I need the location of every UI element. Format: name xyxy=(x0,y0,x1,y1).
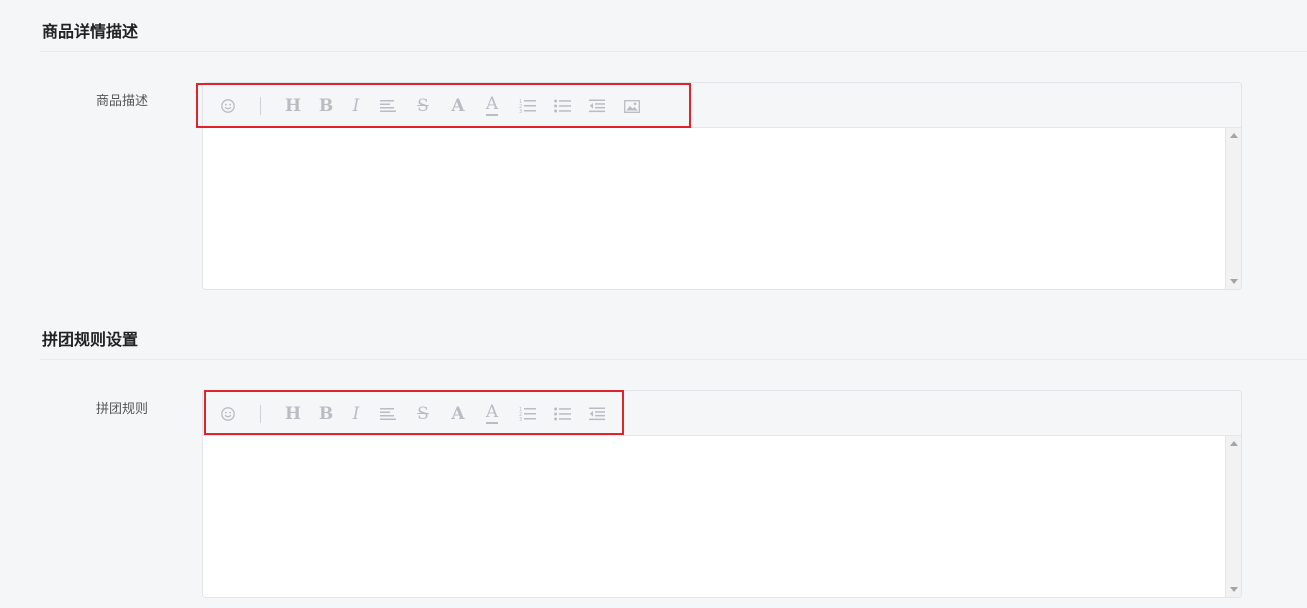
toolbar-separator xyxy=(260,97,261,115)
image-button[interactable] xyxy=(620,94,644,118)
scroll-up-arrow-icon[interactable] xyxy=(1230,133,1238,138)
section-title-product-details: 商品详情描述 xyxy=(42,22,139,41)
strikethrough-icon: S xyxy=(417,95,429,116)
font-color-icon: A xyxy=(485,94,499,116)
italic-icon: I xyxy=(352,95,360,116)
field-label-group-rules: 拼团规则 xyxy=(96,402,149,417)
editor-toolbar: H B I S A A 123 xyxy=(203,83,1241,128)
heading-icon: H xyxy=(284,95,302,116)
unordered-list-button[interactable] xyxy=(550,402,574,426)
indent-button[interactable] xyxy=(585,94,609,118)
indent-icon xyxy=(589,99,605,113)
heading-button[interactable]: H xyxy=(281,402,305,426)
description-content-area[interactable] xyxy=(203,128,1241,289)
scroll-up-arrow-icon[interactable] xyxy=(1230,441,1238,446)
smiley-icon xyxy=(221,407,235,421)
editor-toolbar: H B I S A A 123 xyxy=(203,391,1241,436)
font-color-icon: A xyxy=(485,402,499,424)
bold-button[interactable]: B xyxy=(314,94,338,118)
section-divider xyxy=(40,51,1307,52)
font-size-button[interactable]: A xyxy=(446,402,470,426)
scrollbar[interactable] xyxy=(1225,436,1241,597)
indent-icon xyxy=(589,407,605,421)
ordered-list-icon: 123 xyxy=(519,99,536,114)
indent-button[interactable] xyxy=(585,402,609,426)
rules-content-area[interactable] xyxy=(203,436,1241,597)
heading-button[interactable]: H xyxy=(281,94,305,118)
ordered-list-icon: 123 xyxy=(519,407,536,422)
svg-text:3: 3 xyxy=(519,417,522,422)
bold-button[interactable]: B xyxy=(314,402,338,426)
bold-icon: B xyxy=(318,403,334,424)
scroll-down-arrow-icon[interactable] xyxy=(1230,279,1238,284)
emoji-button[interactable] xyxy=(216,402,240,426)
italic-icon: I xyxy=(352,403,360,424)
font-color-button[interactable]: A xyxy=(480,94,504,118)
align-left-icon xyxy=(380,408,396,420)
unordered-list-icon xyxy=(553,99,571,113)
svg-text:3: 3 xyxy=(519,109,522,114)
group-rules-editor: H B I S A A 123 xyxy=(202,390,1242,598)
scrollbar[interactable] xyxy=(1225,128,1241,289)
product-description-editor: H B I S A A 123 xyxy=(202,82,1242,290)
strikethrough-button[interactable]: S xyxy=(411,94,435,118)
font-size-icon: A xyxy=(451,95,465,116)
font-size-icon: A xyxy=(451,403,465,424)
font-size-button[interactable]: A xyxy=(446,94,470,118)
section-divider xyxy=(40,359,1307,360)
image-icon xyxy=(624,99,640,113)
bold-icon: B xyxy=(318,95,334,116)
italic-button[interactable]: I xyxy=(344,94,368,118)
smiley-icon xyxy=(221,99,235,113)
align-button[interactable] xyxy=(376,94,400,118)
font-color-button[interactable]: A xyxy=(480,402,504,426)
toolbar-separator xyxy=(260,405,261,423)
section-title-group-rules: 拼团规则设置 xyxy=(42,330,139,349)
align-left-icon xyxy=(380,100,396,112)
align-button[interactable] xyxy=(376,402,400,426)
heading-icon: H xyxy=(284,403,302,424)
unordered-list-button[interactable] xyxy=(550,94,574,118)
ordered-list-button[interactable]: 123 xyxy=(515,402,539,426)
page: 商品详情描述 商品描述 H B I S A A 123 拼团规则设置 拼团规则 … xyxy=(0,0,1307,608)
strikethrough-button[interactable]: S xyxy=(411,402,435,426)
emoji-button[interactable] xyxy=(216,94,240,118)
ordered-list-button[interactable]: 123 xyxy=(515,94,539,118)
italic-button[interactable]: I xyxy=(344,402,368,426)
unordered-list-icon xyxy=(553,407,571,421)
field-label-product-description: 商品描述 xyxy=(96,94,149,109)
strikethrough-icon: S xyxy=(417,403,429,424)
scroll-down-arrow-icon[interactable] xyxy=(1230,587,1238,592)
